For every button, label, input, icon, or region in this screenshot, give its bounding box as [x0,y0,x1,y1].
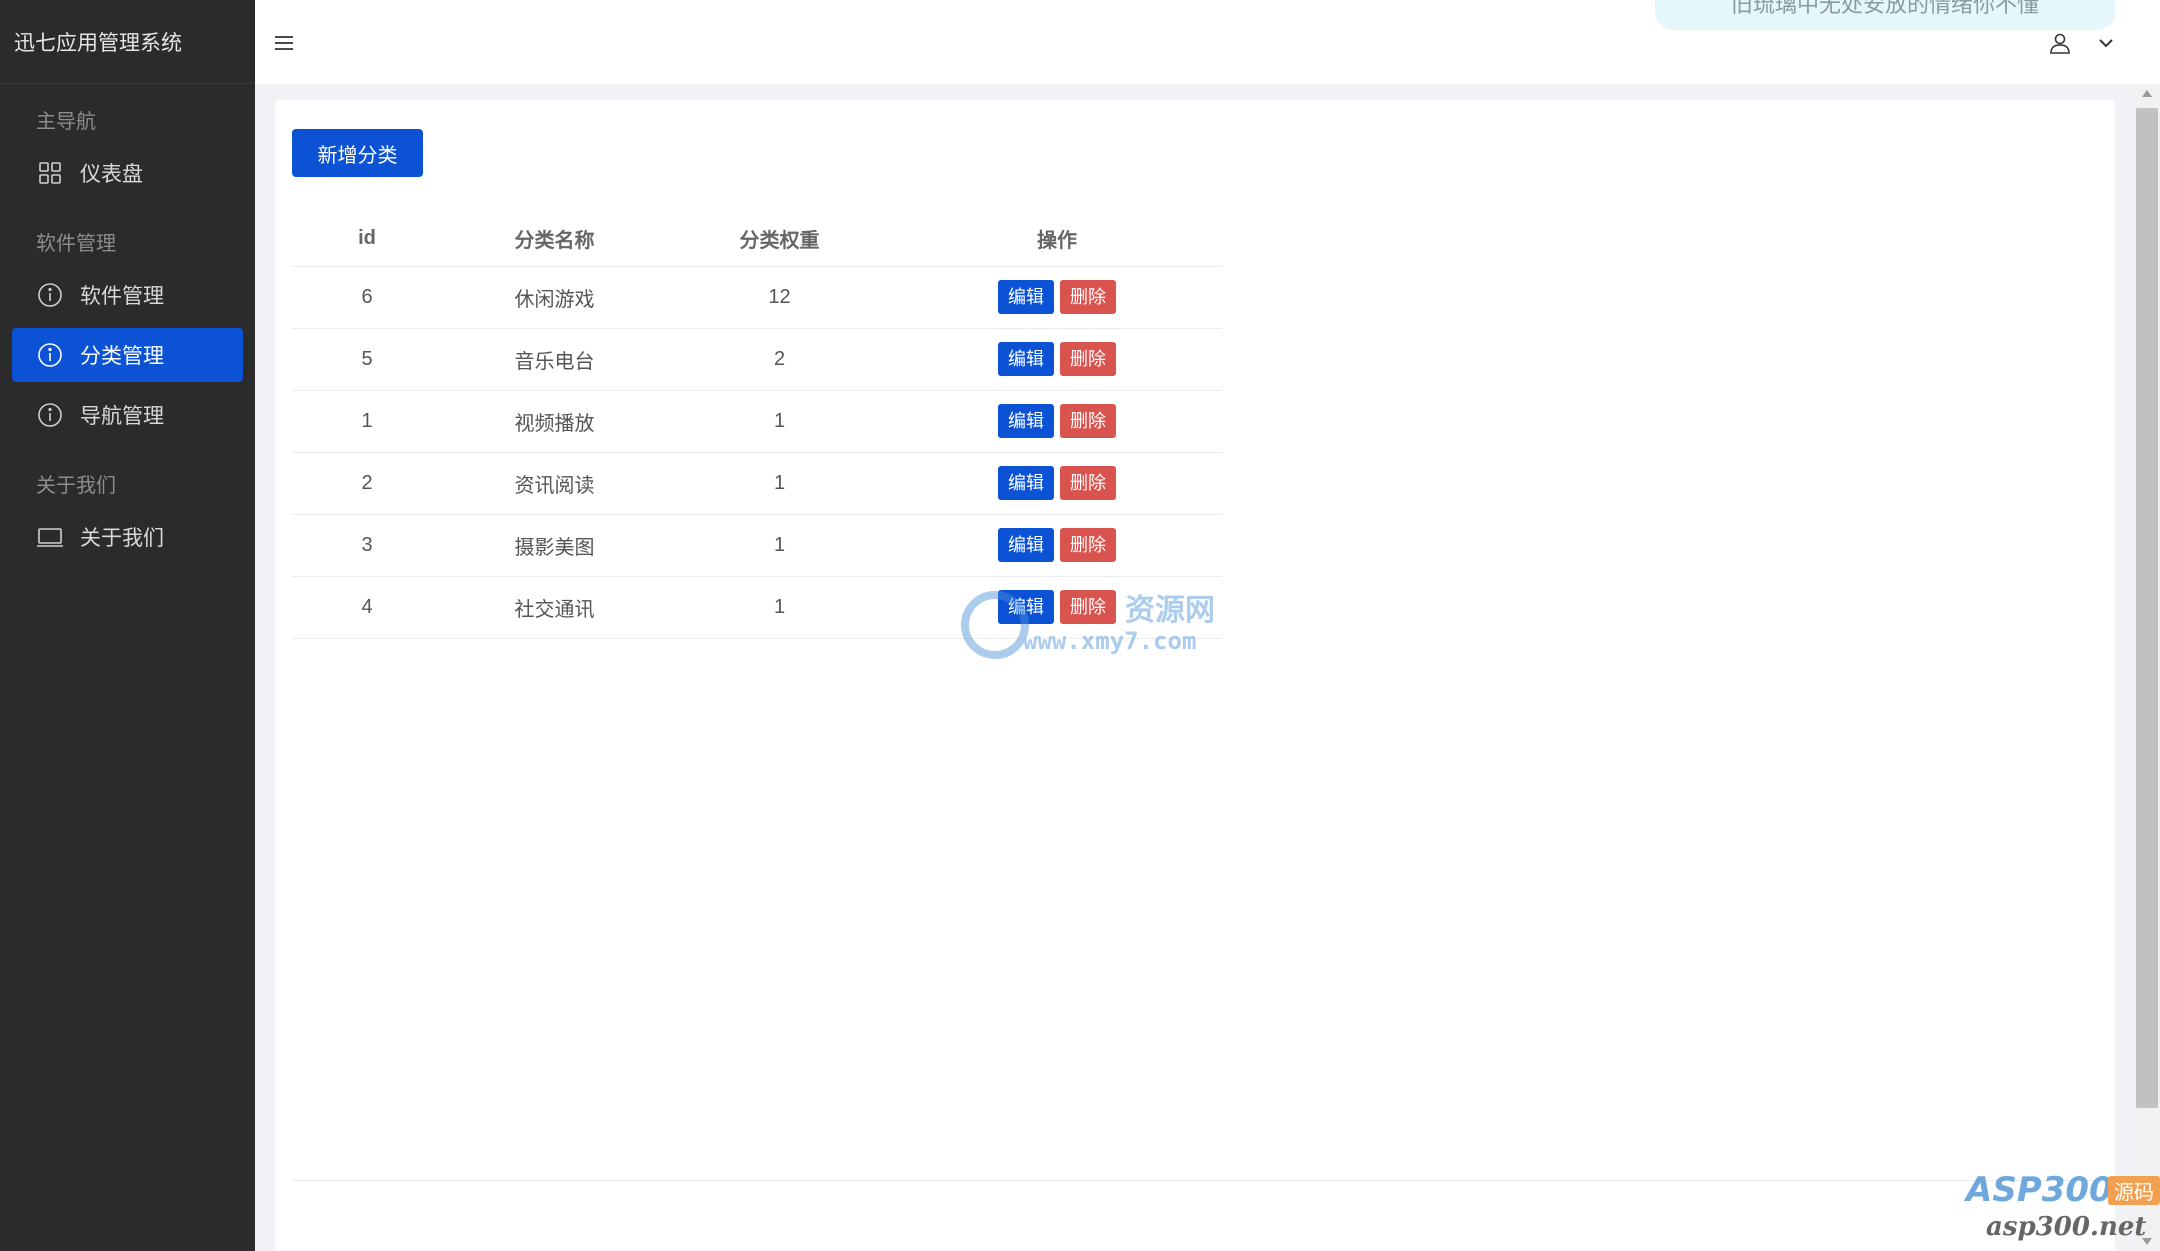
nav-group-software: 软件管理 [36,233,116,255]
divider [292,1180,2098,1181]
cell-name: 社交通讯 [442,576,667,639]
info-circle-icon [36,281,64,309]
edit-button[interactable]: 编辑 [998,528,1054,562]
column-header-weight: 分类权重 [667,212,892,267]
scroll-thumb[interactable] [2136,108,2158,1108]
dashboard-grid-icon [36,159,64,187]
cell-ops: 编辑 删除 [892,328,1222,391]
cell-name: 视频播放 [442,390,667,453]
add-category-button[interactable]: 新增分类 [292,129,423,177]
cell-weight: 1 [667,576,892,639]
delete-button[interactable]: 删除 [1060,342,1116,376]
cell-ops: 编辑 删除 [892,390,1222,453]
cell-name: 资讯阅读 [442,452,667,515]
delete-button[interactable]: 删除 [1060,466,1116,500]
user-icon[interactable] [2045,28,2075,58]
table-row: 3 摄影美图 1 编辑 删除 [292,514,1222,577]
edit-button[interactable]: 编辑 [998,466,1054,500]
table-header-row: id 分类名称 分类权重 操作 [292,212,1222,267]
vertical-scrollbar[interactable] [2134,86,2160,1251]
delete-button[interactable]: 删除 [1060,404,1116,438]
delete-button[interactable]: 删除 [1060,528,1116,562]
edit-button[interactable]: 编辑 [998,404,1054,438]
cell-id: 6 [292,266,442,329]
hamburger-menu-icon[interactable] [269,28,299,58]
scroll-up-arrow-icon[interactable] [2142,90,2152,97]
sidebar: 迅七应用管理系统 主导航 仪表盘 软件管理 软件管理 分类管理 导航管理 关于我… [0,0,255,1251]
nav-group-about: 关于我们 [36,475,116,497]
delete-button[interactable]: 删除 [1060,590,1116,624]
cell-id: 2 [292,452,442,515]
cell-ops: 编辑 删除 [892,452,1222,515]
sidebar-item-software[interactable]: 软件管理 [12,268,243,322]
content-card: 新增分类 id 分类名称 分类权重 操作 6 休闲游戏 12 编辑 删除 5 音… [275,100,2115,1251]
table-row: 5 音乐电台 2 编辑 删除 [292,328,1222,391]
table-row: 1 视频播放 1 编辑 删除 [292,390,1222,453]
app-title: 迅七应用管理系统 [0,0,255,84]
chevron-down-icon[interactable] [2093,30,2119,56]
edit-button[interactable]: 编辑 [998,280,1054,314]
table-row: 2 资讯阅读 1 编辑 删除 [292,452,1222,515]
cell-id: 3 [292,514,442,577]
cell-id: 4 [292,576,442,639]
cell-weight: 1 [667,452,892,515]
cell-ops: 编辑 删除 [892,514,1222,577]
category-table: id 分类名称 分类权重 操作 6 休闲游戏 12 编辑 删除 5 音乐电台 2… [292,212,1222,639]
sidebar-item-label: 软件管理 [80,285,164,308]
cell-name: 休闲游戏 [442,266,667,329]
cell-name: 音乐电台 [442,328,667,391]
column-header-name: 分类名称 [442,212,667,267]
table-row: 6 休闲游戏 12 编辑 删除 [292,266,1222,329]
cell-weight: 2 [667,328,892,391]
info-circle-icon [36,401,64,429]
cell-ops: 编辑 删除 [892,266,1222,329]
laptop-icon [36,523,64,551]
column-header-id: id [292,212,442,267]
cell-id: 5 [292,328,442,391]
top-notice-banner: 旧琉璃中无处安放的情绪你不懂 [1655,0,2115,30]
column-header-ops: 操作 [892,212,1222,267]
top-header: 旧琉璃中无处安放的情绪你不懂 [255,0,2160,84]
cell-weight: 1 [667,390,892,453]
cell-ops: 编辑 删除 [892,576,1222,639]
edit-button[interactable]: 编辑 [998,590,1054,624]
sidebar-item-dashboard[interactable]: 仪表盘 [12,146,243,200]
cell-id: 1 [292,390,442,453]
sidebar-item-label: 分类管理 [80,345,164,368]
sidebar-item-about[interactable]: 关于我们 [12,510,243,564]
cell-name: 摄影美图 [442,514,667,577]
cell-weight: 1 [667,514,892,577]
sidebar-item-label: 仪表盘 [80,163,143,186]
info-circle-icon [36,341,64,369]
cell-weight: 12 [667,266,892,329]
table-row: 4 社交通讯 1 编辑 删除 [292,576,1222,639]
nav-group-main: 主导航 [36,111,96,133]
sidebar-item-navigation[interactable]: 导航管理 [12,388,243,442]
sidebar-item-label: 关于我们 [80,527,164,550]
sidebar-item-category[interactable]: 分类管理 [12,328,243,382]
edit-button[interactable]: 编辑 [998,342,1054,376]
scroll-down-arrow-icon[interactable] [2142,1238,2152,1245]
delete-button[interactable]: 删除 [1060,280,1116,314]
sidebar-item-label: 导航管理 [80,405,164,428]
